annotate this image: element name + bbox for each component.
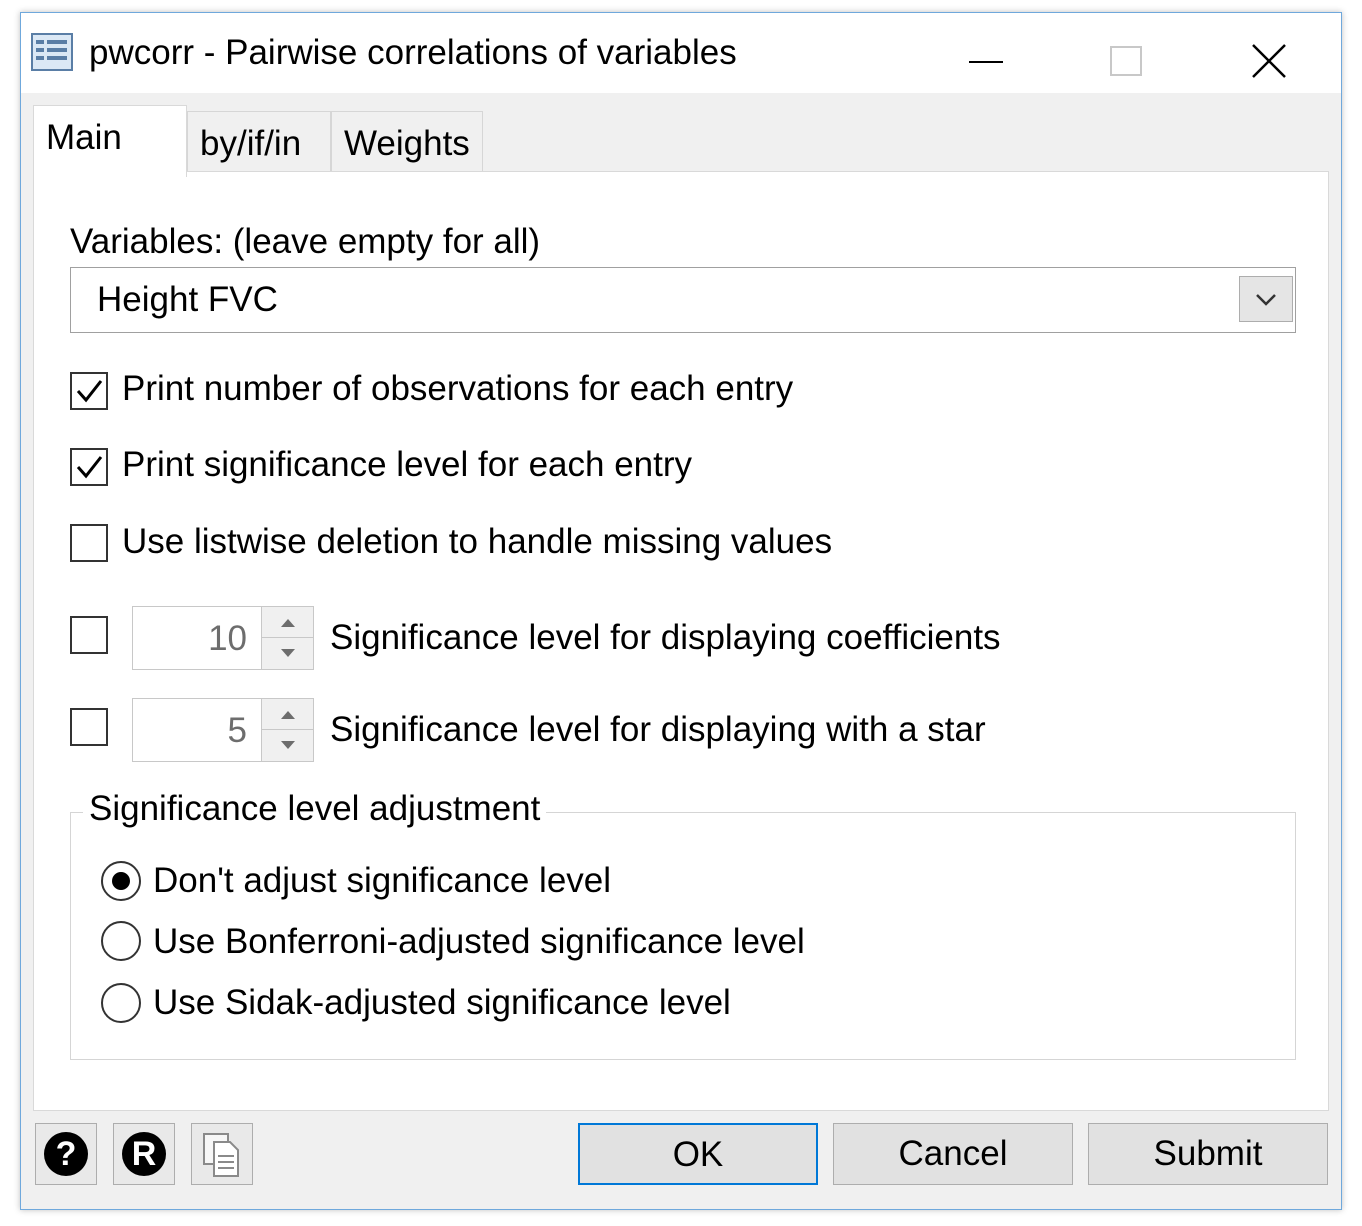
sig-star-spinner[interactable]: 5 xyxy=(132,698,314,762)
radio-selected-dot xyxy=(112,872,130,890)
sig-star-label: Significance level for displaying with a… xyxy=(330,710,986,749)
variables-label: Variables: (leave empty for all) xyxy=(70,222,541,261)
radio-sidak[interactable] xyxy=(101,983,141,1023)
tab-by-if-in[interactable]: by/if/in xyxy=(187,111,331,175)
help-icon: ? xyxy=(44,1132,88,1176)
triangle-up-icon xyxy=(281,711,295,719)
triangle-down-icon xyxy=(281,649,295,657)
copy-icon xyxy=(203,1133,239,1177)
adjustment-groupbox: Significance level adjustment Don't adju… xyxy=(70,787,1296,1060)
tab-weights[interactable]: Weights xyxy=(331,111,483,175)
reset-icon: R xyxy=(122,1132,166,1176)
chevron-down-icon xyxy=(1256,294,1276,306)
copy-command-button[interactable] xyxy=(191,1123,253,1185)
checkmark-icon xyxy=(76,456,103,479)
adjustment-title: Significance level adjustment xyxy=(83,787,547,831)
radio-bonferroni-label[interactable]: Use Bonferroni-adjusted significance lev… xyxy=(153,920,805,964)
maximize-icon xyxy=(1110,46,1142,76)
listwise-checkbox[interactable] xyxy=(70,524,108,562)
reset-button[interactable]: R xyxy=(113,1123,175,1185)
print-sig-label[interactable]: Print significance level for each entry xyxy=(122,443,692,487)
print-obs-checkbox[interactable] xyxy=(70,372,108,410)
variables-value[interactable]: Height FVC xyxy=(97,278,278,322)
ok-button[interactable]: OK xyxy=(578,1123,818,1185)
checkmark-icon xyxy=(76,380,103,403)
listwise-label[interactable]: Use listwise deletion to handle missing … xyxy=(122,520,832,564)
dialog-app-icon xyxy=(31,33,73,71)
sig-star-value[interactable]: 5 xyxy=(228,709,247,753)
help-button[interactable]: ? xyxy=(35,1123,97,1185)
sig-coef-label: Significance level for displaying coeffi… xyxy=(330,618,1001,657)
print-sig-checkbox[interactable] xyxy=(70,448,108,486)
sig-coef-spinner[interactable]: 10 xyxy=(132,606,314,670)
print-obs-label[interactable]: Print number of observations for each en… xyxy=(122,367,793,411)
radio-no-adjust-label[interactable]: Don't adjust significance level xyxy=(153,859,611,903)
sig-star-down-button[interactable] xyxy=(261,730,313,761)
close-icon[interactable] xyxy=(1233,23,1303,83)
button-bar: ? R OK Cancel Submit xyxy=(21,1113,1341,1209)
variables-dropdown-button[interactable] xyxy=(1239,276,1293,322)
dialog-window: pwcorr - Pairwise correlations of variab… xyxy=(20,12,1342,1210)
sig-star-checkbox[interactable] xyxy=(70,708,108,746)
main-tab-panel: Variables: (leave empty for all) Height … xyxy=(33,171,1329,1111)
title-bar: pwcorr - Pairwise correlations of variab… xyxy=(21,13,1341,93)
sig-coef-checkbox[interactable] xyxy=(70,616,108,654)
cancel-button[interactable]: Cancel xyxy=(833,1123,1073,1185)
minimize-icon[interactable] xyxy=(951,23,1021,83)
submit-button[interactable]: Submit xyxy=(1088,1123,1328,1185)
radio-sidak-label[interactable]: Use Sidak-adjusted significance level xyxy=(153,981,731,1025)
sig-coef-down-button[interactable] xyxy=(261,638,313,669)
triangle-up-icon xyxy=(281,619,295,627)
variables-combobox[interactable]: Height FVC xyxy=(70,267,1296,333)
window-title: pwcorr - Pairwise correlations of variab… xyxy=(89,33,737,72)
radio-no-adjust[interactable] xyxy=(101,861,141,901)
triangle-down-icon xyxy=(281,741,295,749)
tab-main[interactable]: Main xyxy=(33,105,187,177)
sig-coef-value[interactable]: 10 xyxy=(208,617,247,661)
sig-coef-up-button[interactable] xyxy=(261,607,313,638)
sig-star-up-button[interactable] xyxy=(261,699,313,730)
radio-bonferroni[interactable] xyxy=(101,921,141,961)
